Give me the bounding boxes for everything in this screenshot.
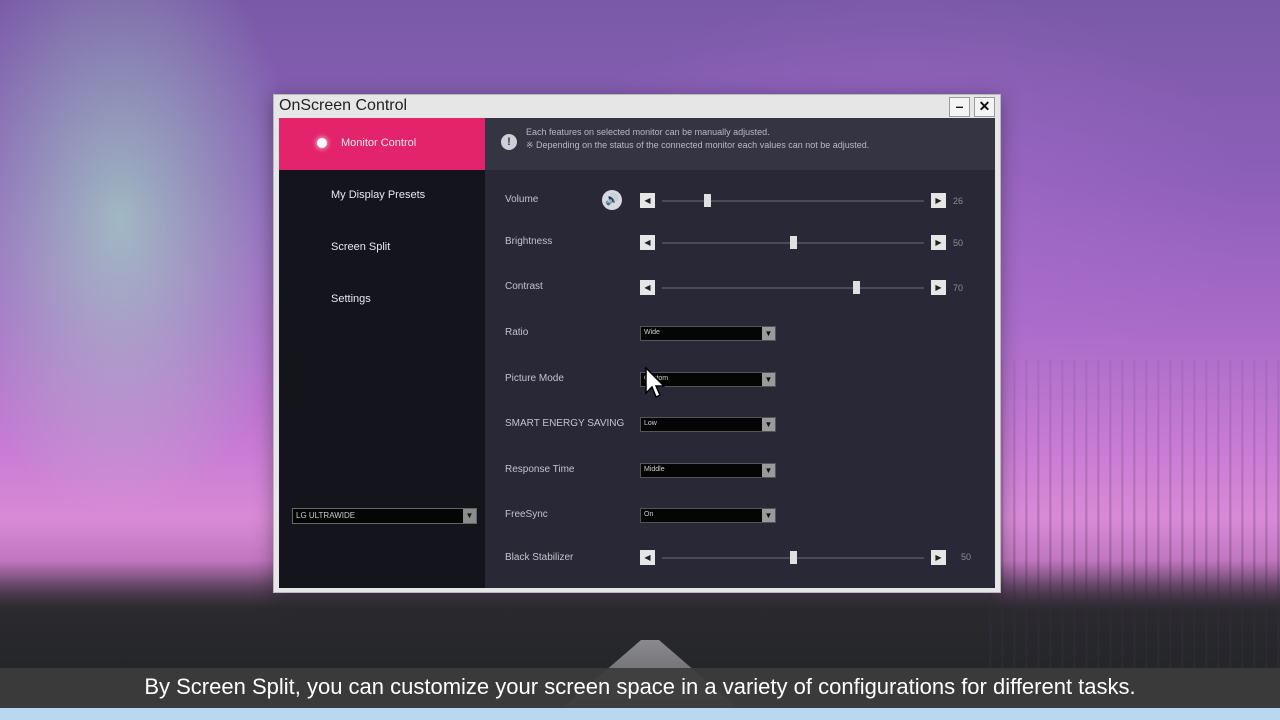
response-time-select[interactable]: Middle ▼: [640, 463, 776, 478]
sidebar-item-label: Monitor Control: [341, 137, 417, 149]
title-bar[interactable]: OnScreen Control – ✕: [274, 95, 1000, 117]
volume-increase-button[interactable]: ▶: [931, 193, 946, 208]
picture-mode-label: Picture Mode: [505, 373, 564, 384]
monitor-select[interactable]: LG ULTRAWIDE ▼: [292, 508, 477, 524]
black-stabilizer-slider-thumb[interactable]: [790, 551, 797, 564]
black-stabilizer-decrease-button[interactable]: ◀: [640, 550, 655, 565]
subtitle-bar: By Screen Split, you can customize your …: [0, 668, 1280, 708]
brightness-increase-button[interactable]: ▶: [931, 235, 946, 250]
chevron-down-icon[interactable]: ▼: [762, 464, 775, 477]
volume-decrease-button[interactable]: ◀: [640, 193, 655, 208]
smart-energy-saving-select[interactable]: Low ▼: [640, 417, 776, 432]
close-button[interactable]: ✕: [974, 97, 995, 117]
ratio-select[interactable]: Wide ▼: [640, 326, 776, 341]
sidebar-item-screen-split[interactable]: Screen Split: [279, 222, 485, 274]
ratio-label: Ratio: [505, 327, 529, 338]
volume-label: Volume: [505, 194, 539, 205]
monitor-control-panel: ! Each features on selected monitor can …: [485, 118, 995, 588]
freesync-label: FreeSync: [505, 509, 548, 520]
taskbar-strip: [0, 708, 1280, 720]
window-title: OnScreen Control: [279, 97, 408, 114]
info-icon: !: [501, 134, 517, 150]
sidebar: Monitor Control My Display Presets Scree…: [279, 118, 485, 588]
monitor-select-value: LG ULTRAWIDE: [296, 511, 356, 520]
contrast-slider-track[interactable]: [662, 287, 924, 289]
black-stabilizer-increase-button[interactable]: ▶: [931, 550, 946, 565]
chevron-down-icon[interactable]: ▼: [463, 509, 476, 523]
contrast-value: 70: [953, 283, 964, 293]
info-text-line1: Each features on selected monitor can be…: [526, 127, 770, 137]
contrast-decrease-button[interactable]: ◀: [640, 280, 655, 295]
contrast-increase-button[interactable]: ▶: [931, 280, 946, 295]
chevron-down-icon[interactable]: ▼: [762, 418, 775, 431]
contrast-label: Contrast: [505, 281, 543, 292]
volume-slider-thumb[interactable]: [703, 194, 711, 207]
contrast-slider-thumb[interactable]: [852, 281, 860, 294]
sidebar-item-my-display-presets[interactable]: My Display Presets: [279, 170, 485, 222]
active-dot-icon: [317, 138, 327, 148]
info-text-line2: ※ Depending on the status of the connect…: [526, 140, 870, 150]
smart-energy-saving-label: SMART ENERGY SAVING: [505, 418, 625, 429]
sidebar-item-monitor-control[interactable]: Monitor Control: [279, 118, 485, 170]
sidebar-item-label: Settings: [331, 293, 371, 305]
chevron-down-icon[interactable]: ▼: [762, 509, 775, 522]
onscreen-control-window: OnScreen Control – ✕ Monitor Control My …: [273, 94, 1001, 593]
minimize-button[interactable]: –: [949, 97, 970, 117]
speaker-icon[interactable]: 🔊: [602, 190, 622, 210]
brightness-slider-thumb[interactable]: [790, 236, 797, 249]
sidebar-item-settings[interactable]: Settings: [279, 274, 485, 326]
brightness-label: Brightness: [505, 236, 553, 247]
response-time-label: Response Time: [505, 464, 575, 475]
ratio-select-value: Wide: [644, 329, 660, 336]
freesync-select-value: On: [644, 511, 654, 518]
volume-slider-track[interactable]: [662, 200, 924, 202]
volume-value: 26: [953, 196, 964, 206]
black-stabilizer-value: 50: [961, 552, 972, 562]
freesync-select[interactable]: On ▼: [640, 508, 776, 523]
subtitle-text: By Screen Split, you can customize your …: [144, 674, 1136, 699]
sidebar-item-label: Screen Split: [331, 241, 391, 253]
brightness-value: 50: [953, 238, 964, 248]
response-time-select-value: Middle: [644, 466, 665, 473]
chevron-down-icon[interactable]: ▼: [762, 373, 775, 386]
background-trees: [980, 360, 1280, 670]
chevron-down-icon[interactable]: ▼: [762, 327, 775, 340]
info-bar: ! Each features on selected monitor can …: [485, 118, 995, 170]
sidebar-item-label: My Display Presets: [331, 189, 426, 201]
brightness-decrease-button[interactable]: ◀: [640, 235, 655, 250]
smart-energy-saving-select-value: Low: [644, 420, 657, 427]
black-stabilizer-label: Black Stabilizer: [505, 552, 574, 563]
